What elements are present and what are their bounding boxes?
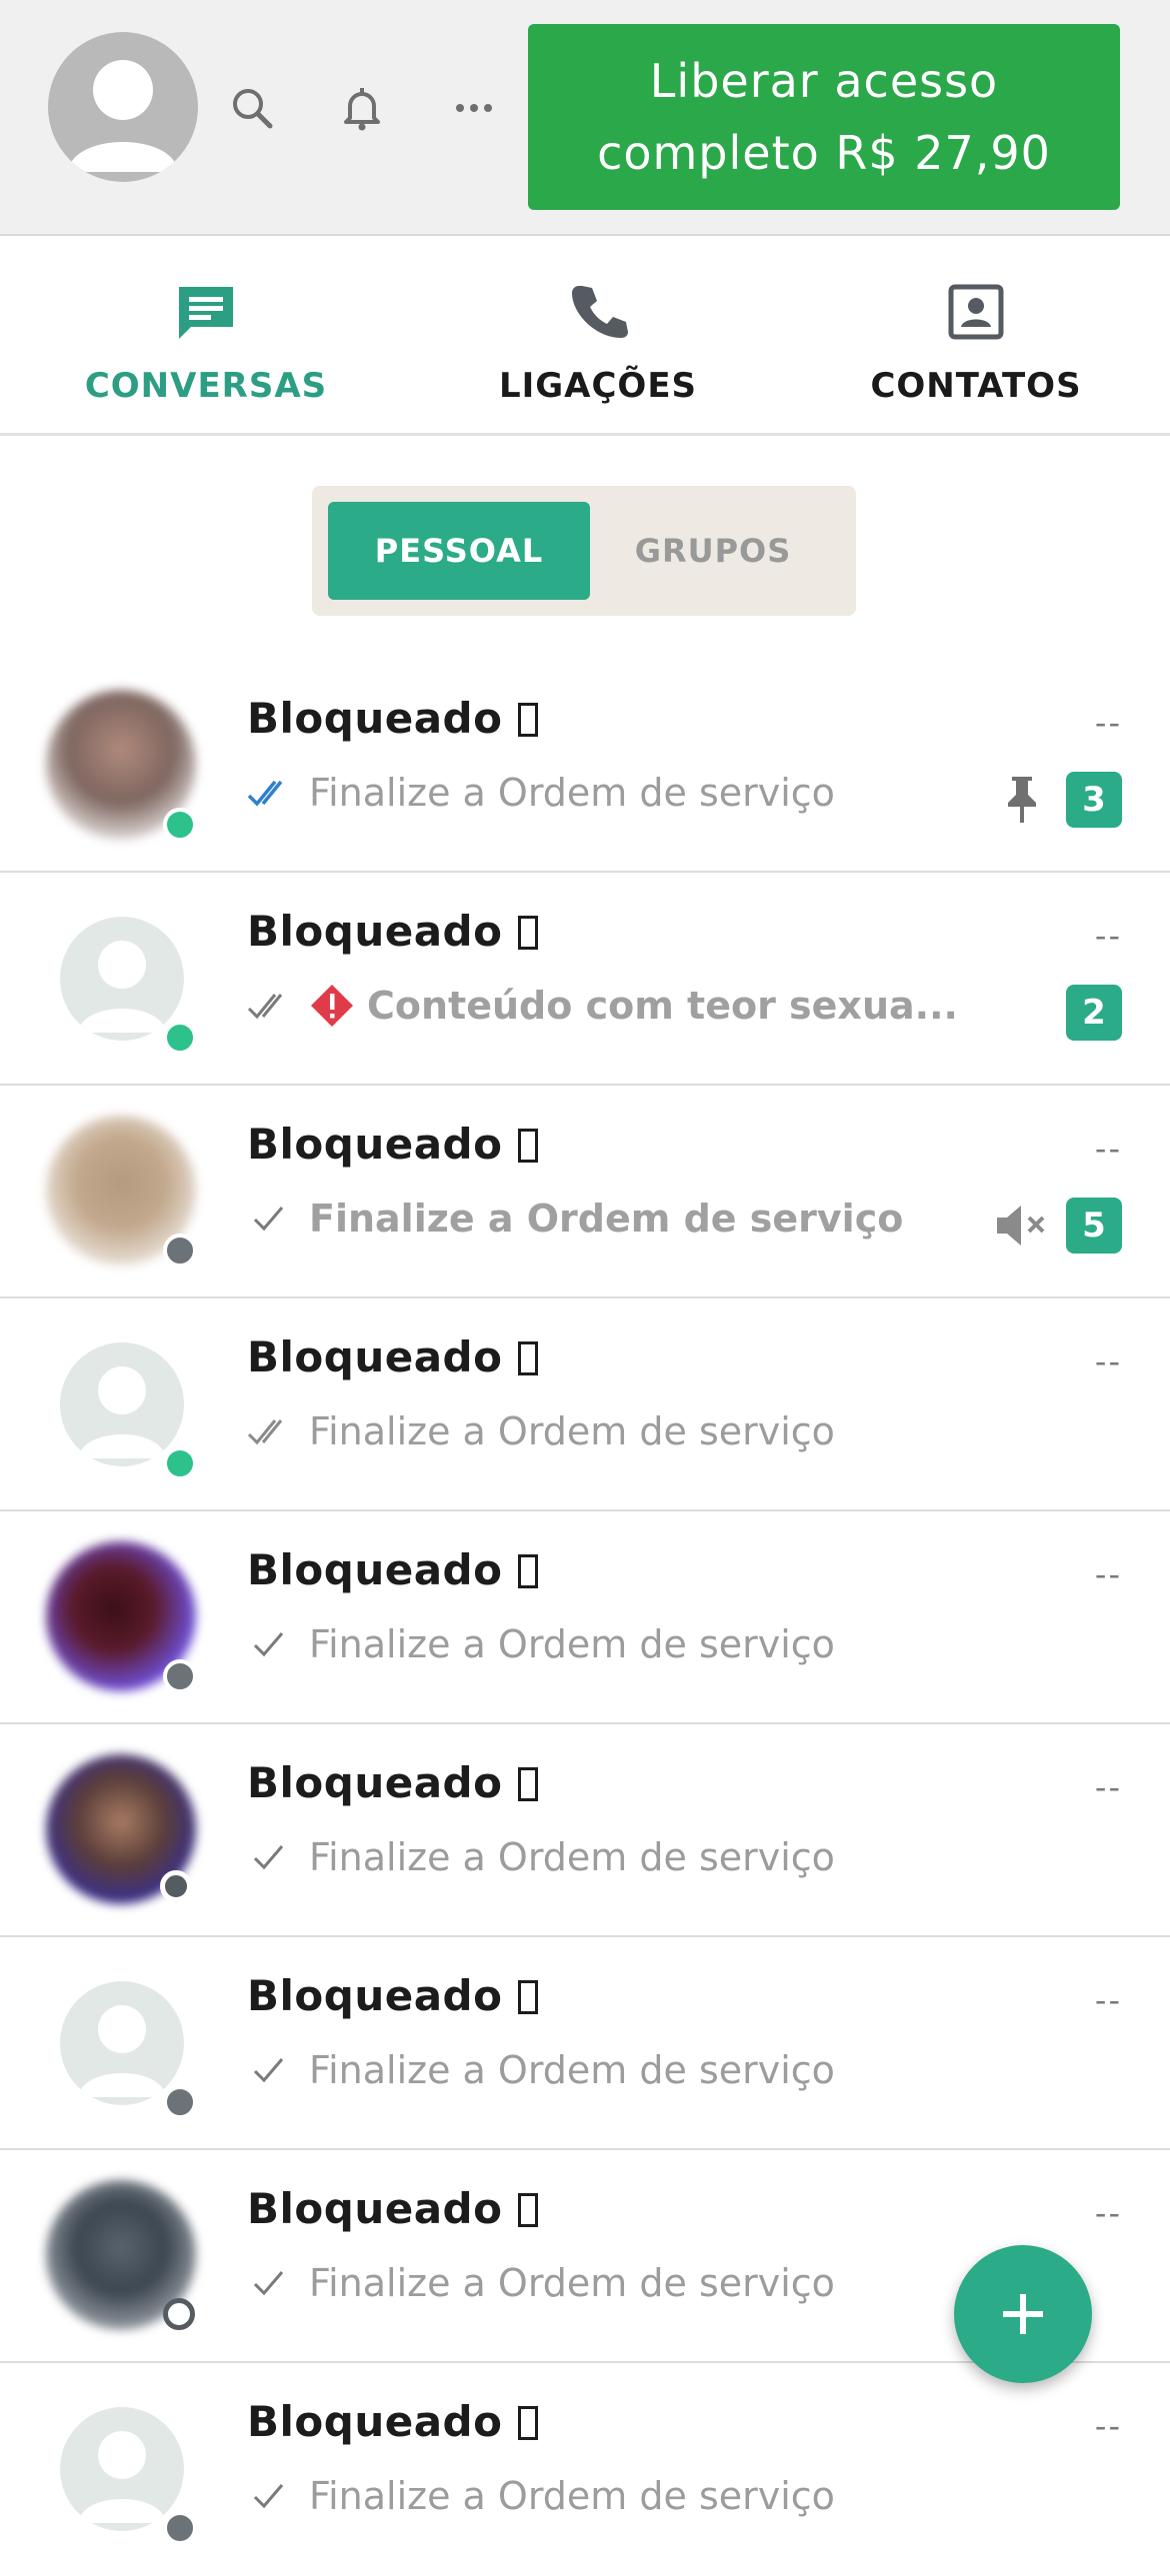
chat-row[interactable]: Bloqueado -- Finalize a Ordem de serviço xyxy=(0,1298,1170,1511)
unlock-access-button[interactable]: Liberar acesso completo R$ 27,90 xyxy=(528,24,1120,210)
contact-name: Bloqueado xyxy=(247,694,539,743)
online-status-dot xyxy=(163,808,197,842)
contact-name: Bloqueado xyxy=(247,1332,539,1381)
message-time: -- xyxy=(1094,1981,1122,2019)
blocked-glyph-icon xyxy=(518,1980,539,2014)
user-silhouette-icon xyxy=(78,2431,166,2523)
top-bar: Liberar acesso completo R$ 27,90 xyxy=(0,0,1170,236)
contact-name: Bloqueado xyxy=(247,1545,539,1594)
blocked-glyph-icon xyxy=(518,1767,539,1801)
message-preview: Finalize a Ordem de serviço xyxy=(247,2471,835,2521)
message-preview: Finalize a Ordem de serviço xyxy=(247,2258,835,2308)
new-chat-button[interactable] xyxy=(954,2245,1092,2383)
chat-row[interactable]: Bloqueado -- Finalize a Ordem de serviço… xyxy=(0,660,1170,873)
away-status-dot xyxy=(163,2298,195,2330)
blocked-glyph-icon xyxy=(518,1341,539,1375)
message-preview: Finalize a Ordem de serviço xyxy=(247,1832,835,1882)
blocked-glyph-icon xyxy=(518,916,539,950)
double-check-delivered-icon xyxy=(247,988,295,1024)
message-time: -- xyxy=(1094,1555,1122,1593)
message-time: -- xyxy=(1094,917,1122,955)
message-preview: Finalize a Ordem de serviço xyxy=(247,1194,903,1244)
offline-status-dot xyxy=(163,2511,197,2545)
contacts-icon xyxy=(944,280,1008,344)
contact-name: Bloqueado xyxy=(247,2397,539,2446)
plus-icon xyxy=(1003,2294,1043,2334)
single-check-icon xyxy=(247,2052,295,2088)
chat-row[interactable]: Bloqueado -- Finalize a Ordem de serviço xyxy=(0,2363,1170,2576)
tab-conversas[interactable]: CONVERSAS xyxy=(56,236,356,433)
contact-avatar xyxy=(60,2407,184,2531)
blocked-glyph-icon xyxy=(518,2406,539,2440)
blocked-glyph-icon xyxy=(518,1129,539,1163)
double-check-delivered-icon xyxy=(247,1413,295,1449)
online-status-dot xyxy=(163,1021,197,1055)
message-time: -- xyxy=(1094,1130,1122,1168)
bell-icon[interactable] xyxy=(334,80,390,136)
unread-badge: 2 xyxy=(1066,985,1122,1041)
offline-status-dot xyxy=(163,1234,197,1268)
segment-grupos[interactable]: GRUPOS xyxy=(582,502,844,600)
message-preview: Finalize a Ordem de serviço xyxy=(247,1619,835,1669)
search-icon[interactable] xyxy=(224,80,280,136)
chat-row[interactable]: Bloqueado -- Conteúdo com teor sexua... … xyxy=(0,873,1170,1086)
muted-icon xyxy=(992,1196,1052,1256)
single-check-icon xyxy=(247,1201,295,1237)
single-check-icon xyxy=(247,2265,295,2301)
message-preview: Finalize a Ordem de serviço xyxy=(247,1406,835,1456)
warning-icon xyxy=(309,983,355,1029)
contact-avatar xyxy=(60,917,184,1041)
chat-row[interactable]: Bloqueado -- Finalize a Ordem de serviço xyxy=(0,1937,1170,2150)
single-check-icon xyxy=(247,2478,295,2514)
double-check-read-icon xyxy=(247,775,295,811)
chat-filter-segment: PESSOAL GRUPOS xyxy=(312,486,856,616)
tab-ligacoes[interactable]: LIGAÇÕES xyxy=(448,236,748,433)
phone-icon xyxy=(566,280,630,344)
chat-row[interactable]: Bloqueado -- Finalize a Ordem de serviço… xyxy=(0,1086,1170,1298)
offline-status-dot xyxy=(160,1870,192,1902)
online-status-dot xyxy=(163,1446,197,1480)
contact-name: Bloqueado xyxy=(247,907,539,956)
user-silhouette-icon xyxy=(78,2005,166,2097)
single-check-icon xyxy=(247,1839,295,1875)
user-silhouette-icon xyxy=(78,941,166,1033)
single-check-icon xyxy=(247,1626,295,1662)
chat-row[interactable]: Bloqueado -- Finalize a Ordem de serviço xyxy=(0,1511,1170,1724)
chat-row[interactable]: Bloqueado -- Finalize a Ordem de serviço xyxy=(0,1724,1170,1937)
blocked-glyph-icon xyxy=(518,1554,539,1588)
tab-contatos[interactable]: CONTATOS xyxy=(826,236,1126,433)
blocked-glyph-icon xyxy=(518,703,539,737)
tab-label: CONVERSAS xyxy=(84,366,328,406)
pin-icon xyxy=(992,770,1052,830)
message-time: -- xyxy=(1094,2407,1122,2445)
contact-name: Bloqueado xyxy=(247,2184,539,2233)
contact-name: Bloqueado xyxy=(247,1971,539,2020)
contact-avatar xyxy=(60,1981,184,2105)
unread-badge: 3 xyxy=(1066,772,1122,828)
more-icon[interactable] xyxy=(446,80,502,136)
contact-avatar xyxy=(60,1342,184,1466)
message-time: -- xyxy=(1094,1768,1122,1806)
blocked-glyph-icon xyxy=(518,2193,539,2227)
profile-avatar[interactable] xyxy=(48,32,198,182)
message-preview: Conteúdo com teor sexua... xyxy=(247,981,958,1031)
tab-label: CONTATOS xyxy=(870,366,1082,406)
contact-name: Bloqueado xyxy=(247,1758,539,1807)
contact-name: Bloqueado xyxy=(247,1120,539,1169)
main-tabs: CONVERSAS LIGAÇÕES CONTATOS xyxy=(0,236,1170,436)
message-preview: Finalize a Ordem de serviço xyxy=(247,2045,835,2095)
offline-status-dot xyxy=(163,1659,197,1693)
unread-badge: 5 xyxy=(1066,1198,1122,1254)
segment-pessoal[interactable]: PESSOAL xyxy=(328,502,590,600)
message-time: -- xyxy=(1094,1342,1122,1380)
offline-status-dot xyxy=(163,2085,197,2119)
message-preview: Finalize a Ordem de serviço xyxy=(247,768,835,818)
tab-label: LIGAÇÕES xyxy=(498,366,698,406)
message-time: -- xyxy=(1094,2194,1122,2232)
user-silhouette-icon xyxy=(68,60,178,172)
user-silhouette-icon xyxy=(78,1366,166,1458)
chat-icon xyxy=(174,280,238,344)
message-time: -- xyxy=(1094,704,1122,742)
